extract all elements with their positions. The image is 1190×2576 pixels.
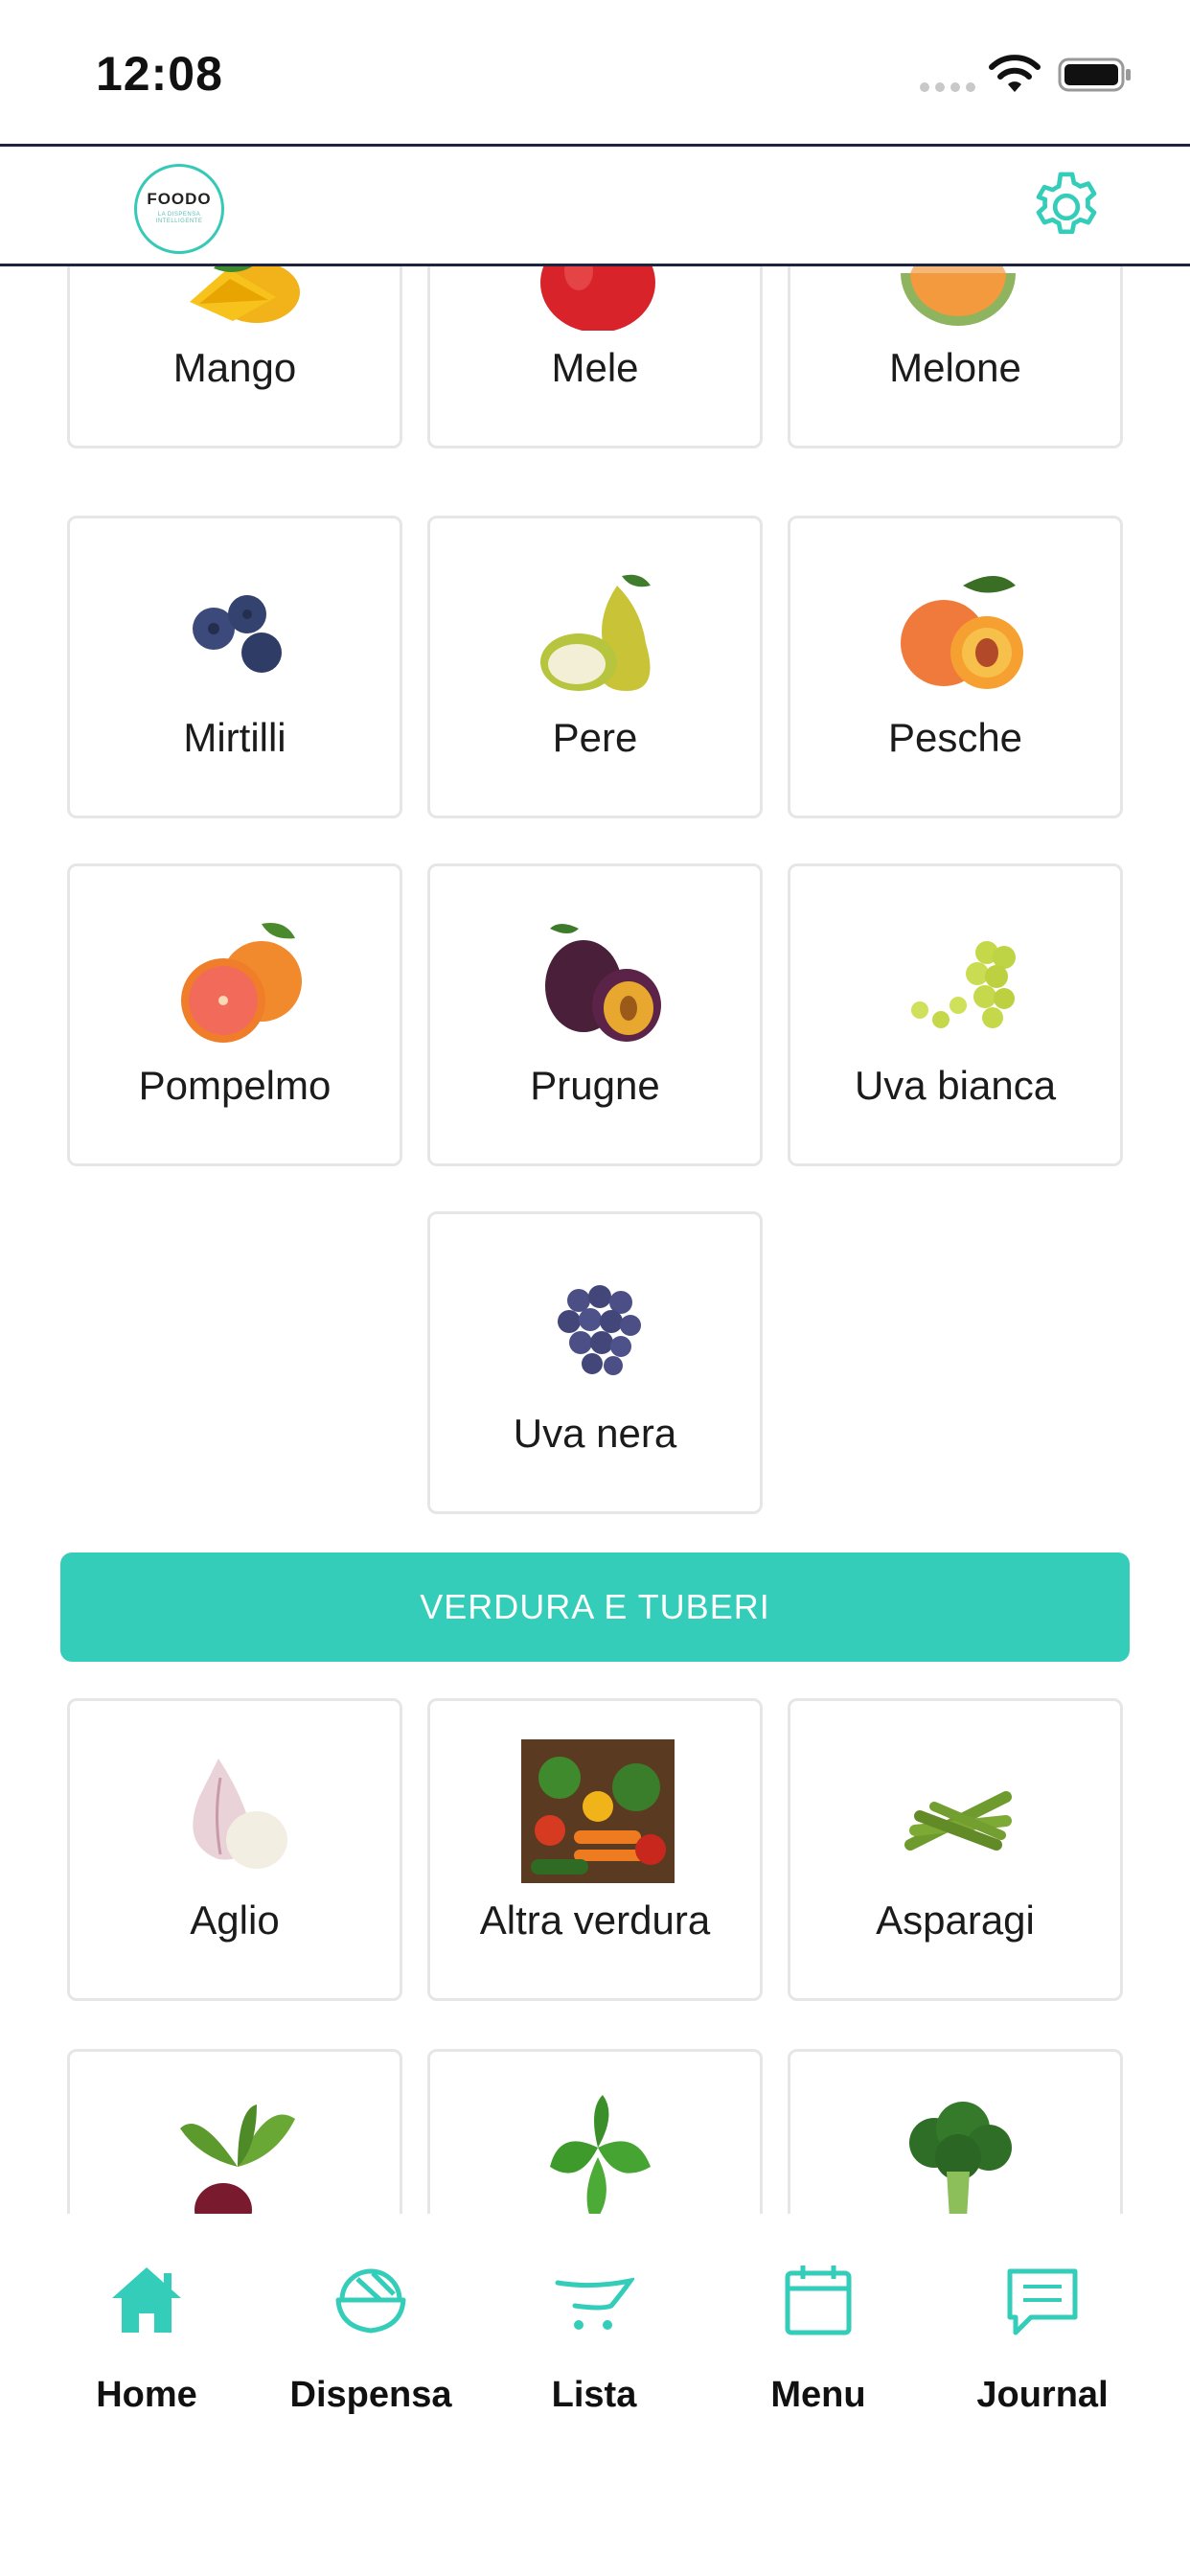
basil-image [550,2095,651,2214]
card-mango[interactable]: Mango [67,266,402,448]
status-bar: 12:08 [0,0,1190,144]
mango-image [190,266,300,323]
black-grapes-image [558,1285,641,1375]
card-mele[interactable]: Mele [427,266,763,448]
card-prugne[interactable]: Prugne [427,863,763,1166]
nav-lista[interactable]: Lista [498,2214,690,2415]
card-label: Prugne [530,1063,660,1108]
card-label: Pompelmo [138,1063,332,1108]
card-melone[interactable]: Melone [788,266,1123,448]
mixed-vegetables-image [521,1739,675,1883]
cart-icon [555,2277,634,2330]
card-basil[interactable] [427,2049,763,2214]
grapefruit-image [181,923,302,1043]
card-label: Altra verdura [479,1898,711,1943]
nav-dispensa[interactable]: Dispensa [275,2214,467,2415]
bowl-icon [335,2268,406,2334]
nav-label: Dispensa [289,2375,452,2415]
battery-icon [1058,58,1131,92]
beetroot-image [180,2104,295,2214]
card-pere[interactable]: Pere [427,516,763,818]
card-beetroot[interactable] [67,2049,402,2214]
plum-image [545,924,661,1042]
peach-image [901,576,1023,689]
card-mirtilli[interactable]: Mirtilli [67,516,402,818]
chat-icon [1007,2268,1078,2335]
card-label: Pesche [887,715,1023,760]
card-label: Uva nera [513,1411,677,1456]
asparagus-image [904,1791,1012,1851]
card-asparagi[interactable]: Asparagi [788,1698,1123,2001]
nav-label: Journal [976,2375,1109,2415]
nav-journal[interactable]: Journal [947,2214,1138,2415]
card-label: Asparagi [876,1898,1035,1943]
apple-image [540,266,655,331]
blueberries-image [193,595,282,673]
card-pompelmo[interactable]: Pompelmo [67,863,402,1166]
logo-text: FOODO [147,190,212,208]
nav-label: Home [96,2375,197,2415]
pear-image [540,574,651,691]
card-label: Mirtilli [183,715,286,760]
app-header: FOODO LA DISPENSA INTELLIGENTE [0,144,1190,266]
bottom-nav: Home Dispensa Lista Menu Journal [0,2214,1190,2576]
home-icon [112,2267,181,2333]
card-uva-nera[interactable]: Uva nera [427,1211,763,1514]
card-pesche[interactable]: Pesche [788,516,1123,818]
nav-label: Lista [551,2375,637,2415]
card-uva-bianca[interactable]: Uva bianca [788,863,1123,1166]
card-altra-verdura[interactable]: Altra verdura [427,1698,763,2001]
nav-label: Menu [770,2375,866,2415]
melon-image [901,266,1016,326]
category-verdura-e-tuberi[interactable]: VERDURA E TUBERI [60,1552,1130,1662]
signal-icon [920,82,975,92]
wifi-icon [989,55,1041,92]
card-broccoli[interactable] [788,2049,1123,2214]
nav-menu[interactable]: Menu [722,2214,914,2415]
card-label: Mango [172,345,297,390]
white-grapes-image [911,941,1016,1028]
card-label: Pere [552,715,638,760]
broccoli-image [909,2102,1012,2214]
card-label: Uva bianca [854,1063,1057,1108]
gear-icon[interactable] [1025,166,1108,248]
card-aglio[interactable]: Aglio [67,1698,402,2001]
garlic-image [193,1759,287,1869]
nav-home[interactable]: Home [51,2214,242,2415]
foodo-logo[interactable]: FOODO LA DISPENSA INTELLIGENTE [134,164,224,254]
card-label: Aglio [190,1898,280,1943]
card-label: Melone [889,345,1021,390]
card-label: Mele [551,345,639,390]
logo-subtitle: LA DISPENSA INTELLIGENTE [155,212,203,224]
calendar-icon [785,2266,852,2335]
status-time: 12:08 [96,47,223,101]
product-grid[interactable]: Mango Mele Melone Mirtilli Pere Pesche P… [0,266,1190,2214]
